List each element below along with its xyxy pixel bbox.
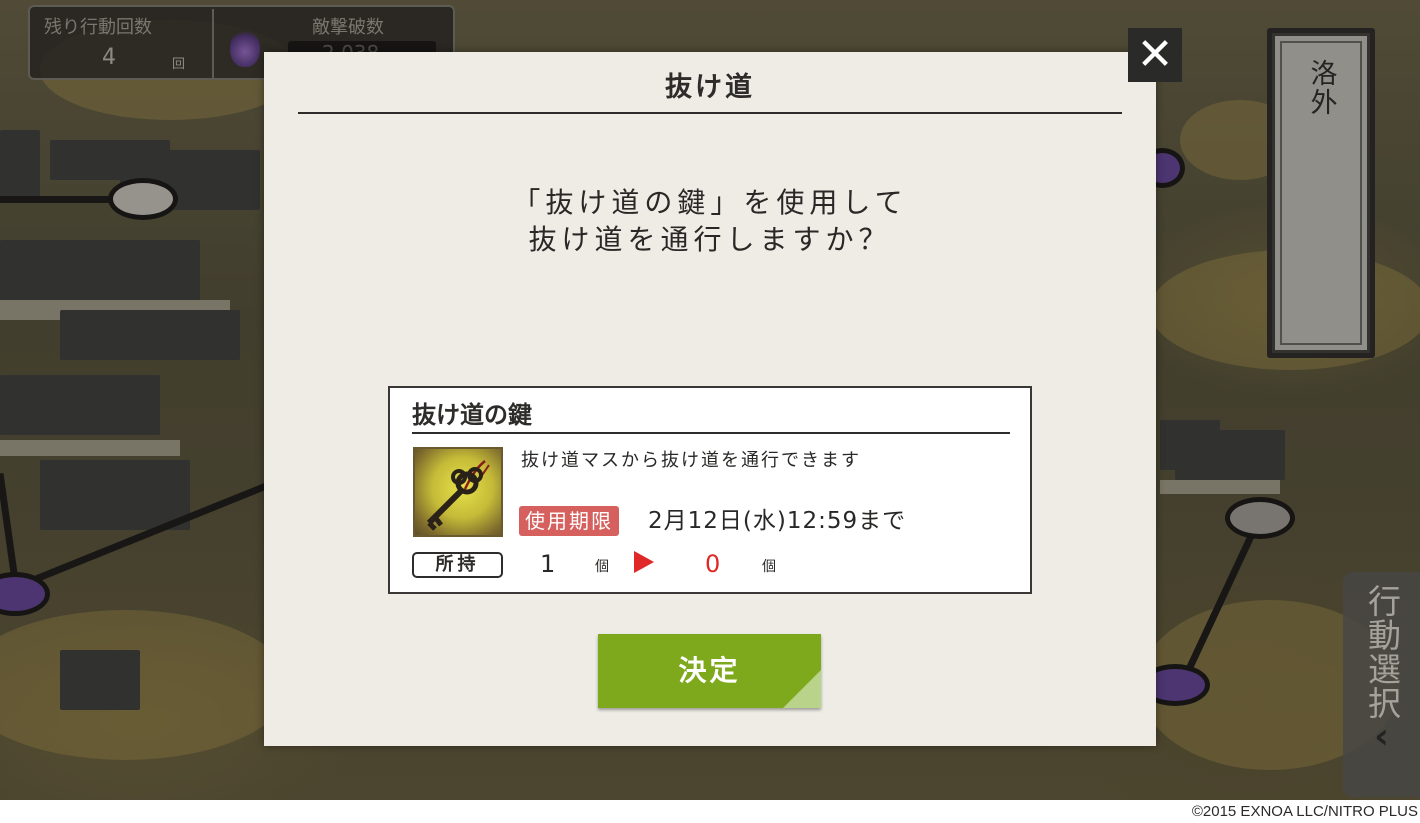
button-corner-decoration — [783, 670, 821, 708]
confirm-label: 決定 — [678, 654, 741, 687]
owned-badge: 所持 — [412, 552, 503, 578]
expiry-badge: 使用期限 — [519, 506, 619, 536]
close-button[interactable]: ✕ — [1128, 28, 1182, 82]
dialog-message: 「抜け道の鍵」を使用して 抜け道を通行しますか？ — [264, 184, 1156, 258]
owned-after-unit: 個 — [762, 559, 776, 575]
copyright-text: ©2015 EXNOA LLC/NITRO PLUS — [1191, 803, 1418, 820]
item-description: 抜け道マスから抜け道を通行できます — [521, 450, 861, 471]
close-icon: ✕ — [1136, 29, 1174, 80]
owned-current: 1 — [540, 550, 556, 578]
dialog-message-line1: 「抜け道の鍵」を使用して — [512, 186, 908, 219]
item-name: 抜け道の鍵 — [412, 396, 1010, 434]
dialog-message-line2: 抜け道を通行しますか？ — [528, 223, 892, 256]
item-info-box: 抜け道の鍵 抜け道マスから抜け道を通行できます 使用期限 2月12日(水)12:… — [388, 386, 1032, 594]
dialog-title: 抜け道 — [298, 62, 1122, 114]
expiry-value: 2月12日(水)12:59まで — [648, 508, 907, 534]
key-icon — [413, 447, 503, 537]
arrow-right-icon — [634, 551, 654, 573]
owned-after: 0 — [705, 550, 721, 578]
confirm-button[interactable]: 決定 — [598, 634, 821, 708]
owned-current-unit: 個 — [595, 559, 609, 575]
